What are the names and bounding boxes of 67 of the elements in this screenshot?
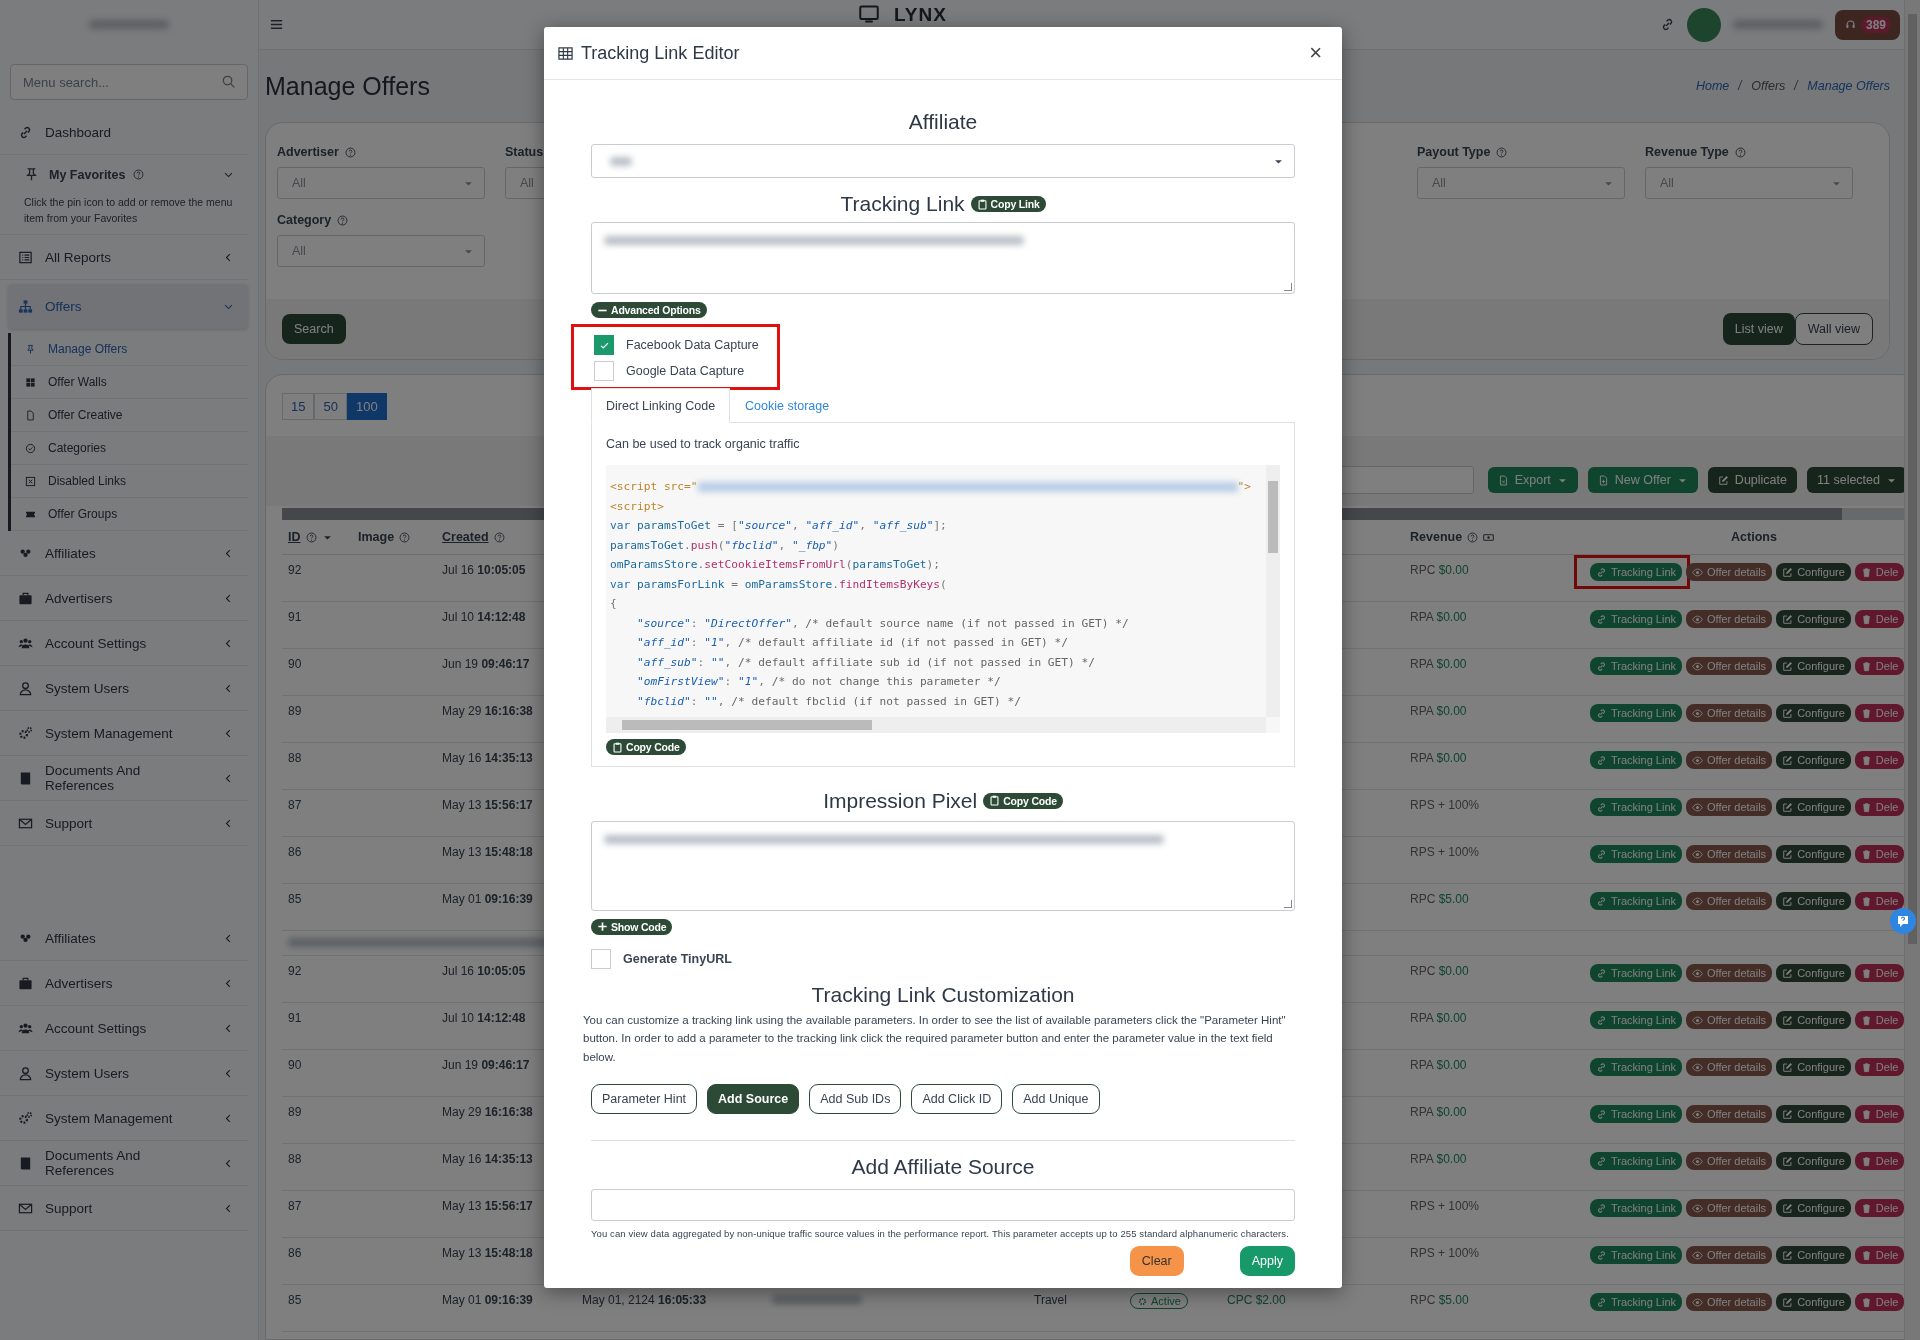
table-cell: 90: [282, 1049, 352, 1097]
code-note: Can be used to track organic traffic: [606, 437, 801, 451]
code-line: "omFirstView": "1", /* do not change this parameter */: [635, 674, 1002, 690]
table-cell: May 01, 2124 16:05:33: [582, 1293, 707, 1307]
table-cell: 91: [282, 601, 352, 649]
table-cell: RPS + 100%: [1410, 1246, 1480, 1260]
table-cell: RPS + 100%: [1410, 1199, 1480, 1213]
table-cell: 87: [282, 1190, 352, 1238]
table-cell: RPA $0.00: [1410, 1011, 1467, 1025]
table-cell: 87: [282, 789, 352, 837]
checkbox-label: Facebook Data Capture: [626, 338, 759, 352]
filter-label: Category: [277, 213, 485, 227]
table-cell: 86: [282, 1237, 352, 1285]
code-line: <script src=" ">: [610, 479, 1253, 495]
code-line: {: [610, 596, 618, 612]
dialog-title: Tracking Link Editor: [581, 42, 741, 64]
filter-label: Payout Type: [1417, 145, 1625, 159]
code-line: omParamsStore.setCookieItemsFromUrl(paramsToGet);: [610, 557, 942, 573]
table-cell: 91: [282, 1002, 352, 1050]
field-hint: You can view data aggregated by non-unique traffic source values in the performance report. This parameter accepts up to 255 standard alphanumeric characters.: [591, 1227, 1290, 1240]
table-cell: RPA $0.00: [1410, 704, 1467, 718]
table-cell: RPA $0.00: [1410, 751, 1467, 765]
code-line: paramsToGet.push("fbclid", "_fbp"): [610, 537, 841, 554]
table-cell: 89: [282, 1096, 352, 1144]
favorites-note: Click the pin icon to add or remove the menu item from your Favorites: [24, 195, 234, 226]
table-cell: RPS + 100%: [1410, 845, 1480, 859]
table-cell: 92: [282, 554, 352, 602]
table-cell: RPC $0.00: [1410, 964, 1469, 978]
table-cell: RPA $0.00: [1410, 1058, 1467, 1072]
table-cell: 92: [282, 955, 352, 1003]
table-cell: 88: [282, 742, 352, 790]
filter-label: Advertiser: [277, 145, 485, 159]
table-cell: RPA $0.00: [1410, 1105, 1467, 1119]
section-heading: Tracking Link Customization: [810, 982, 1076, 1007]
code-line: var paramsForLink = omParamsStore.findItemsByKeys(: [610, 576, 948, 593]
table-cell: RPC $5.00: [1410, 892, 1469, 906]
customization-description: You can customize a tracking link using the available parameters. In order to see the list of available parameters click the "Parameter Hint" button. In order to add a parameter to the tracking link click the required parameter button and enter the parameter value in the text field below.: [583, 1012, 1287, 1065]
table-cell: RPC $5.00: [1410, 1293, 1469, 1307]
section-heading: Impression Pixel: [823, 788, 978, 813]
table-cell: 89: [282, 695, 352, 743]
section-heading: Add Affiliate Source: [850, 1155, 1036, 1179]
checkbox-label: Google Data Capture: [626, 364, 745, 378]
table-cell: RPA $0.00: [1410, 657, 1467, 671]
code-line: "source": "DirectOffer", /* default source name (if not passed in GET) */: [635, 615, 1130, 632]
table-cell: RPA $0.00: [1410, 610, 1467, 624]
table-cell: CPC $2.00: [1227, 1293, 1286, 1307]
code-line: <script>: [610, 498, 665, 515]
checkbox-label: Generate TinyURL: [623, 951, 732, 966]
code-line: var paramsToGet = ["source", "aff_id", "aff_sub"];: [610, 518, 948, 534]
table-cell: 86: [282, 836, 352, 884]
table-cell: 85: [282, 883, 352, 931]
section-heading: Affiliate: [907, 110, 979, 134]
table-cell: 85: [282, 1284, 352, 1332]
brand-logo: LYNX: [894, 5, 947, 25]
section-heading: Tracking Link: [840, 192, 965, 216]
table-cell: Travel: [1034, 1293, 1067, 1307]
code-line: "aff_sub": "", /* default affiliate sub id (if not passed in GET) */: [635, 654, 1096, 671]
page-title: Manage Offers: [265, 71, 431, 101]
filter-label: Revenue Type: [1645, 145, 1853, 159]
code-line: "aff_id": "1", /* default affiliate id (if not passed in GET) */: [635, 635, 1070, 651]
table-cell: RPC $0.00: [1410, 563, 1469, 577]
table-cell: 90: [282, 648, 352, 696]
column-header: Actions: [1731, 530, 1777, 544]
table-cell: 88: [282, 1143, 352, 1191]
code-line: "fbclid": "", /* default fbclid (if not passed in GET) */: [635, 693, 1022, 710]
table-cell: RPS + 100%: [1410, 798, 1480, 812]
table-cell: RPA $0.00: [1410, 1152, 1467, 1166]
